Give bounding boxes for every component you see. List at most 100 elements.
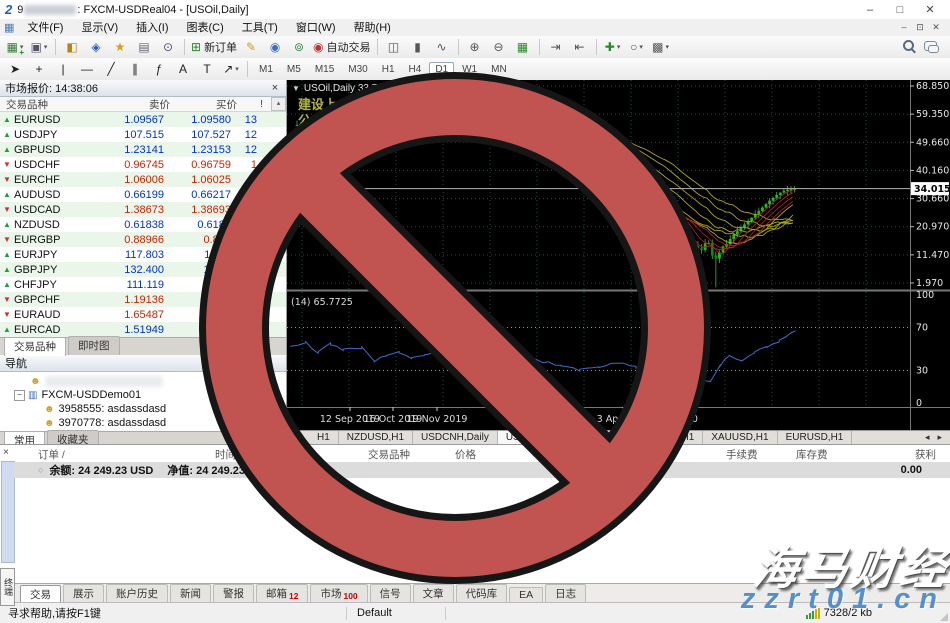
quote-row[interactable]: ▲CHFJPY111.119111.1: [0, 277, 286, 292]
terminal-column-header[interactable]: 时间: [215, 447, 236, 462]
status-profile[interactable]: Default: [347, 607, 445, 619]
menu-insert[interactable]: 插入(I): [127, 20, 177, 36]
tab-tick-chart[interactable]: 即时图: [68, 336, 120, 355]
quote-row[interactable]: ▼EURAUD1.654871.65: [0, 307, 286, 322]
timeframe-h4[interactable]: H4: [403, 62, 428, 77]
trendline-tool[interactable]: ╱: [100, 59, 122, 79]
text-label-tool[interactable]: T: [196, 59, 218, 79]
expander-icon[interactable]: −: [14, 390, 25, 401]
tab-codebase[interactable]: 代码库: [456, 584, 508, 603]
tab-journal[interactable]: 日志: [545, 584, 586, 603]
horizontal-line-tool[interactable]: —: [76, 59, 98, 79]
line-chart-mode-button[interactable]: ∿: [431, 37, 453, 57]
quote-row[interactable]: ▲GBPUSD1.231411.2315312: [0, 142, 286, 157]
terminal-column-header[interactable]: 库存费: [796, 447, 828, 462]
close-button[interactable]: ✕: [915, 1, 945, 19]
nav-server[interactable]: −▥FXCM-USDDemo01: [0, 388, 286, 402]
collapse-icon[interactable]: ▼: [292, 84, 300, 93]
mql5-community-button[interactable]: ◉: [264, 37, 286, 57]
chart-tab-nzdusd-h1[interactable]: NZDUSD,H1: [339, 431, 413, 444]
timeframe-h1[interactable]: H1: [376, 62, 401, 77]
nav-account-blurred[interactable]: ☻: [0, 374, 286, 388]
child-minimize-button[interactable]: –: [896, 22, 912, 33]
tab-account-history[interactable]: 账户历史: [106, 584, 168, 603]
terminal-column-header[interactable]: 获利: [915, 447, 936, 462]
timeframe-w1[interactable]: W1: [456, 62, 483, 77]
menu-help[interactable]: 帮助(H): [345, 20, 400, 36]
chart-canvas[interactable]: 68.85059.35049.66040.16030.66020.97011.4…: [287, 80, 950, 430]
minimize-button[interactable]: –: [855, 1, 885, 19]
chart-tab-usd-daily[interactable]: USD,Daily: [566, 431, 629, 444]
market-watch-button[interactable]: ◧: [61, 37, 83, 57]
market-watch-close-icon[interactable]: ×: [269, 82, 281, 94]
fibonacci-tool[interactable]: ƒ: [148, 59, 170, 79]
new-order-button[interactable]: ⊞新订单: [190, 37, 238, 57]
quote-row[interactable]: ▼USDCAD1.386731.38693: [0, 202, 286, 217]
timeframe-mn[interactable]: MN: [485, 62, 513, 77]
chart-tab-usdcnh-daily[interactable]: USDCNH,Daily: [413, 431, 498, 444]
tab-ea[interactable]: EA: [509, 587, 543, 603]
terminal-toggle-button[interactable]: ▤: [133, 37, 155, 57]
scroll-up-icon[interactable]: ▴: [271, 97, 286, 111]
quote-row[interactable]: ▼USDCHF0.967450.967591: [0, 157, 286, 172]
periods-button[interactable]: ○▾: [626, 37, 648, 57]
chart-tab-eurusd-h1[interactable]: EURUSD,H1: [778, 431, 853, 444]
autotrading-button[interactable]: ◉自动交易: [312, 37, 371, 57]
terminal-column-header[interactable]: 订单 /: [38, 447, 65, 462]
search-icon[interactable]: [903, 40, 914, 54]
resize-grip[interactable]: [940, 613, 948, 621]
arrows-tool-tool[interactable]: ↗▾: [220, 59, 242, 79]
menu-tools[interactable]: 工具(T): [233, 20, 287, 36]
crosshair-tool[interactable]: +: [28, 59, 50, 79]
tab-alerts[interactable]: 警报: [213, 584, 254, 603]
maximize-button[interactable]: □: [885, 1, 915, 19]
web-terminal-button[interactable]: ⊚: [288, 37, 310, 57]
chart-shift-button[interactable]: ⇤: [569, 37, 591, 57]
zoom-out-button[interactable]: ⊖: [488, 37, 510, 57]
indicators-button[interactable]: ✚▾: [602, 37, 624, 57]
child-close-button[interactable]: ✕: [928, 22, 944, 33]
chart-tabs-scroll-right-icon[interactable]: ▸: [937, 432, 942, 443]
nav-account-2[interactable]: ☻3970778: asdassdasd: [0, 416, 286, 430]
quote-row[interactable]: ▲EURUSD1.095671.0958013: [0, 112, 286, 127]
bar-chart-mode-button[interactable]: ◫: [383, 37, 405, 57]
vertical-line-tool[interactable]: |: [52, 59, 74, 79]
chart-panel[interactable]: 68.85059.35049.66040.16030.66020.97011.4…: [287, 80, 950, 430]
chat-icon[interactable]: [924, 41, 937, 54]
menu-file[interactable]: 文件(F): [18, 20, 72, 36]
quote-row[interactable]: ▼EURCHF1.060061.06025: [0, 172, 286, 187]
navigator-button[interactable]: ★: [109, 37, 131, 57]
quote-row[interactable]: ▲EURJPY117.803117.8: [0, 247, 286, 262]
terminal-column-header[interactable]: 交易品种: [368, 447, 410, 462]
quote-row[interactable]: ▲NZDUSD0.618380.6185: [0, 217, 286, 232]
auto-scroll-button[interactable]: ⇥: [545, 37, 567, 57]
terminal-column-header[interactable]: 价格: [455, 447, 476, 462]
quote-row[interactable]: ▼GBPCHF1.191361.19: [0, 292, 286, 307]
zoom-in-button[interactable]: ⊕: [464, 37, 486, 57]
tab-news[interactable]: 新闻: [170, 584, 211, 603]
nav-account-1[interactable]: ☻3958555: asdassdasd: [0, 402, 286, 416]
cursor-tool[interactable]: ➤: [4, 59, 26, 79]
new-chart-button[interactable]: ▦+▾: [4, 37, 26, 57]
quote-row[interactable]: ▲AUDUSD0.661990.66217: [0, 187, 286, 202]
quote-row[interactable]: ▼EURGBP0.889660.889: [0, 232, 286, 247]
data-window-button[interactable]: ◈: [85, 37, 107, 57]
templates-button[interactable]: ▩▾: [650, 37, 672, 57]
tab-articles[interactable]: 文章: [413, 584, 454, 603]
tab-market[interactable]: 市场100: [310, 584, 367, 603]
candlestick-mode-button[interactable]: ▮: [407, 37, 429, 57]
menu-charts[interactable]: 图表(C): [178, 20, 233, 36]
chart-tab-xauusd-h1[interactable]: XAUUSD,H1: [703, 431, 777, 444]
timeframe-m5[interactable]: M5: [281, 62, 307, 77]
quote-row[interactable]: ▲GBPJPY132.400132.4: [0, 262, 286, 277]
chart-tabs-scroll-left-icon[interactable]: ◂: [925, 432, 930, 443]
tab-symbols[interactable]: 交易品种: [4, 337, 66, 356]
chart-tab-xauusd-h1[interactable]: XAUUSD,H1: [629, 431, 703, 444]
child-restore-button[interactable]: ⊡: [912, 22, 928, 33]
terminal-column-header[interactable]: 手续费: [726, 447, 758, 462]
chart-tab-usoil-daily[interactable]: USOil,Daily: [498, 431, 566, 444]
menu-view[interactable]: 显示(V): [72, 20, 127, 36]
balance-row[interactable]: ○ 余额: 24 249.23 USD 净值: 24 249.23 可用预付款:…: [14, 462, 950, 478]
tile-windows-button[interactable]: ▦: [512, 37, 534, 57]
tab-mailbox[interactable]: 邮箱12: [256, 584, 308, 603]
